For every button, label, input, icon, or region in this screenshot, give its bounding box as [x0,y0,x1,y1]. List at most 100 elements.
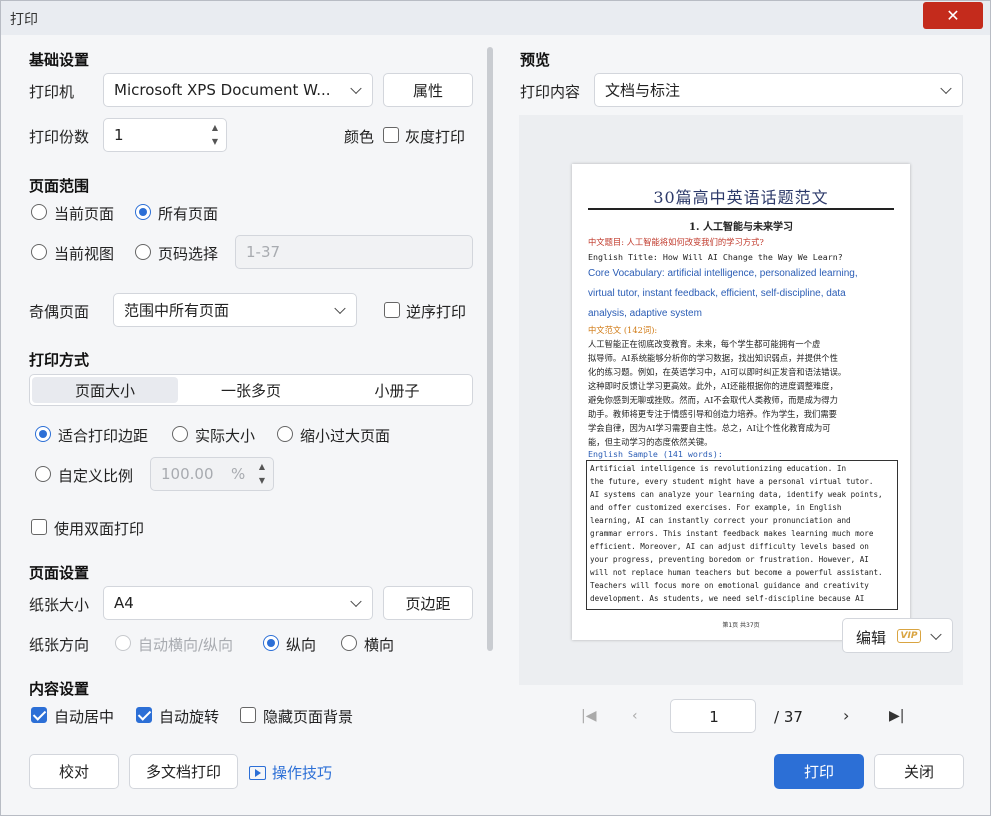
en-line: development. As students, we need self-d… [590,594,865,603]
portrait-radio[interactable] [263,635,279,651]
all-pages-radio[interactable] [135,204,151,220]
cn-line: 避免你感到无聊或挫败。然而，AI不会取代人类教师，而是成为得力 [588,395,838,405]
auto-rotate-checkbox[interactable] [136,707,152,723]
actual-size-radio[interactable] [172,426,188,442]
odd-even-select[interactable]: 范围中所有页面 [113,293,357,327]
print-mode-tabs: 页面大小 一张多页 小册子 [29,374,473,406]
preview-page: 30篇高中英语话题范文 1. 人工智能与未来学习 中文题目: 人工智能将如何改变… [572,164,910,640]
portrait-label: 纵向 [286,636,317,654]
en-line: learning, AI can instantly correct your … [590,516,851,525]
en-title-line: English Title: How Will AI Change the Wa… [588,252,843,262]
chevron-down-icon [350,595,362,608]
en-line: the future, every student might have a p… [590,477,874,486]
spin-up-icon[interactable]: ▲ [212,123,218,132]
auto-orient-radio [115,635,131,651]
page-number-input[interactable]: 1 [670,699,756,733]
odd-even-label: 奇偶页面 [29,303,90,321]
page-setup-heading: 页面设置 [29,564,90,582]
cn-line: 助手。教师将更专注于情感引导和创造力培养。作为学生，我们需要 [588,409,837,419]
close-button[interactable]: 关闭 [874,754,964,789]
chevron-down-icon [930,628,942,640]
en-line: Artificial intelligence is revolutionizi… [590,464,847,473]
tips-link[interactable]: 操作技巧 [249,762,332,783]
doc-title: 30篇高中英语话题范文 [653,188,829,207]
play-video-icon [249,765,266,780]
proofread-button[interactable]: 校对 [29,754,119,789]
chevron-down-icon [940,82,952,95]
color-label: 颜色 [344,128,375,146]
orientation-label: 纸张方向 [29,636,90,654]
all-pages-label: 所有页面 [158,205,219,223]
spin-up-icon: ▲ [258,462,265,471]
grayscale-checkbox[interactable] [383,127,399,143]
paper-size-value: A4 [114,594,134,612]
close-window-button[interactable]: ✕ [923,2,983,29]
custom-scale-radio[interactable] [35,466,51,482]
landscape-radio[interactable] [341,635,357,651]
auto-orient-label: 自动横向/纵向 [138,636,234,654]
doc-heading: 1. 人工智能与未来学习 [689,222,793,233]
page-number-value: 1 [709,708,719,726]
cn-topic-line: 中文题目: 人工智能将如何改变我们的学习方式? [588,237,764,247]
current-page-radio[interactable] [31,204,47,220]
reverse-checkbox[interactable] [384,302,400,318]
page-select-radio[interactable] [135,244,151,260]
custom-scale-value: 100.00 [161,465,214,483]
vocab-line-2: virtual tutor, instant feedback, efficie… [588,288,846,299]
cn-line: 化的练习题。例如，在英语学习中，AI可以即时纠正发音和语法错误。 [588,367,847,377]
page-range-heading: 页面范围 [29,177,90,195]
cn-line: 拟导师。AI系统能够分析你的学习数据，找出知识弱点，并提供个性 [588,353,838,363]
last-page-icon[interactable]: ▶| [889,708,904,724]
cn-line: 这种即时反馈让学习更高效。此外，AI还能根据你的进度调整难度， [588,381,838,391]
duplex-checkbox[interactable] [31,519,47,535]
print-mode-heading: 打印方式 [29,351,90,369]
multi-doc-print-button[interactable]: 多文档打印 [129,754,238,789]
edit-button[interactable]: 编辑 VIP [842,618,953,653]
margins-button[interactable]: 页边距 [383,586,473,620]
copies-label: 打印份数 [29,128,90,146]
fit-margins-label: 适合打印边距 [58,427,149,445]
settings-scrollbar[interactable] [487,47,493,651]
next-page-icon[interactable]: › [843,706,849,725]
vocab-line-3: analysis, adaptive system [588,308,702,319]
printer-label: 打印机 [29,83,75,101]
print-content-label: 打印内容 [520,83,581,101]
printer-select[interactable]: Microsoft XPS Document W... [103,73,373,107]
odd-even-value: 范围中所有页面 [124,301,230,320]
custom-scale-input[interactable]: 100.00 % ▲ ▼ [150,457,274,491]
spin-down-icon: ▼ [258,476,265,485]
page-select-input[interactable]: 1-37 [235,235,473,269]
tab-page-size[interactable]: 页面大小 [32,377,178,403]
printer-value: Microsoft XPS Document W... [114,81,331,99]
close-icon: ✕ [946,6,960,25]
window-title: 打印 [10,12,38,28]
title-rule [588,208,894,210]
en-sample-heading: English Sample (141 words): [588,449,723,459]
current-view-label: 当前视图 [54,245,115,263]
copies-stepper[interactable]: 1 ▲ ▼ [103,118,227,152]
title-bar: 打印 ✕ [1,1,990,35]
cn-line: 人工智能正在彻底改变教育。未来，每个学生都可能拥有一个虚 [588,339,821,349]
prev-page-icon[interactable]: ‹ [632,708,638,724]
en-line: your progress, preventing boredom or fru… [590,555,869,564]
vocab-line-1: Core Vocabulary: artificial intelligence… [588,268,858,279]
en-line: efficient. Moreover, AI can adjust diffi… [590,542,869,551]
print-button[interactable]: 打印 [774,754,864,789]
fit-margins-radio[interactable] [35,426,51,442]
current-view-radio[interactable] [31,244,47,260]
paper-size-select[interactable]: A4 [103,586,373,620]
tab-multi-page[interactable]: 一张多页 [178,377,324,403]
tab-booklet[interactable]: 小册子 [324,377,470,403]
print-content-select[interactable]: 文档与标注 [594,73,963,107]
print-content-value: 文档与标注 [605,81,681,100]
shrink-large-radio[interactable] [277,426,293,442]
spin-down-icon[interactable]: ▼ [212,137,218,146]
auto-center-checkbox[interactable] [31,707,47,723]
custom-scale-label: 自定义比例 [58,467,134,485]
properties-button[interactable]: 属性 [383,73,473,107]
first-page-icon[interactable]: |◀ [581,708,596,724]
preview-heading: 预览 [520,51,551,69]
hide-background-checkbox[interactable] [240,707,256,723]
auto-center-label: 自动居中 [54,708,115,726]
duplex-label: 使用双面打印 [54,520,145,538]
